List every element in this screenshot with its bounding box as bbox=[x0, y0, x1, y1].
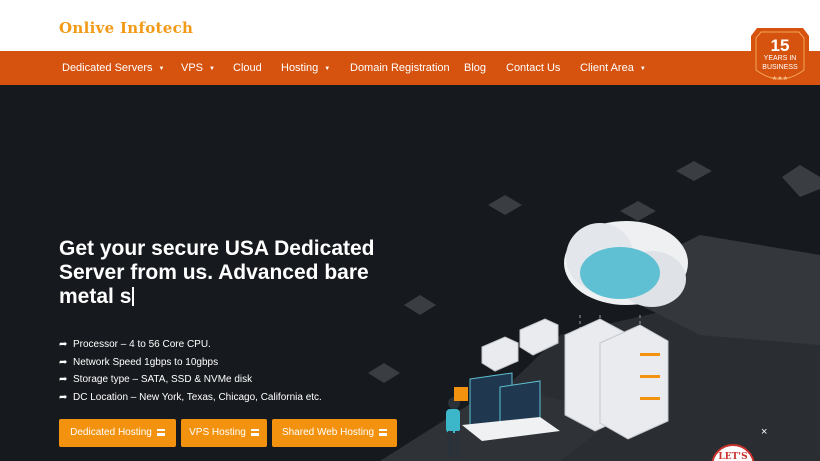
caret-down-icon: ▼ bbox=[639, 66, 646, 72]
feature-text: Processor – 4 to 56 Core CPU. bbox=[73, 339, 211, 350]
caret-down-icon: ▼ bbox=[324, 66, 331, 72]
button-label: Dedicated Hosting bbox=[70, 427, 152, 438]
nav-item-client-area[interactable]: Client Area ▼ bbox=[580, 51, 646, 85]
dedicated-hosting-button[interactable]: Dedicated Hosting bbox=[59, 419, 176, 447]
nav-label: Client Area bbox=[580, 62, 634, 74]
nav-item-dedicated-servers[interactable]: Dedicated Servers ▼ bbox=[62, 51, 164, 85]
feature-text: DC Location – New York, Texas, Chicago, … bbox=[73, 391, 322, 403]
feature-item: ➦ Network Speed 1gbps to 10gbps bbox=[59, 354, 322, 372]
main-navigation: Dedicated Servers ▼ VPS ▼ Cloud Hosting ▼ D… bbox=[0, 51, 820, 85]
nav-item-vps[interactable]: VPS ▼ bbox=[181, 51, 215, 85]
nav-label: Blog bbox=[464, 62, 487, 74]
badge-number: 15 bbox=[770, 36, 790, 55]
badge-stars: ★★★ bbox=[771, 76, 789, 82]
button-label: VPS Hosting bbox=[189, 427, 246, 438]
typing-cursor bbox=[132, 287, 135, 306]
shared-web-hosting-button[interactable]: Shared Web Hosting bbox=[272, 419, 397, 447]
share-arrow-icon: ➦ bbox=[59, 356, 68, 368]
nav-item-cloud[interactable]: Cloud bbox=[233, 51, 262, 85]
caret-down-icon: ▼ bbox=[158, 66, 165, 72]
nav-item-contact-us[interactable]: Contact Us bbox=[506, 51, 560, 85]
share-arrow-icon: ➦ bbox=[59, 339, 68, 350]
feature-item: ➦ DC Location – New York, Texas, Chicago,… bbox=[59, 389, 322, 407]
feature-item: ➦ Processor – 4 to 56 Core CPU. bbox=[59, 336, 322, 354]
brand-logo[interactable]: Onlive Infotech bbox=[59, 19, 193, 37]
feature-list: ➦ Processor – 4 to 56 Core CPU. ➦ Network … bbox=[59, 336, 322, 406]
nav-label: VPS bbox=[181, 62, 204, 74]
button-label: Shared Web Hosting bbox=[281, 427, 375, 438]
headline-text: Get your secure USA Dedicated Server fro… bbox=[59, 237, 375, 308]
nav-item-domain-registration[interactable]: Domain Registration bbox=[350, 51, 450, 85]
menu-icon bbox=[156, 429, 165, 436]
feature-item: ➦ Storage type – SATA, SSD & NVMe disk bbox=[59, 371, 322, 389]
years-in-business-badge: 15 YEARS IN BUSINESS ★★★ bbox=[751, 28, 809, 88]
hero-headline: Get your secure USA Dedicated Server fro… bbox=[59, 237, 419, 309]
chat-widget-label: LET'S bbox=[718, 452, 748, 461]
badge-line-1: YEARS IN bbox=[763, 55, 797, 62]
badge-line-2: BUSINESS bbox=[762, 64, 798, 71]
close-icon[interactable]: × bbox=[761, 426, 767, 438]
hero-section: Get your secure USA Dedicated Server fro… bbox=[0, 85, 820, 461]
nav-item-hosting[interactable]: Hosting ▼ bbox=[281, 51, 330, 85]
nav-item-blog[interactable]: Blog bbox=[464, 51, 486, 85]
nav-label: Domain Registration bbox=[350, 62, 450, 74]
caret-down-icon: ▼ bbox=[209, 66, 215, 72]
share-arrow-icon: ➦ bbox=[59, 374, 68, 385]
feature-text: Network Speed 1gbps to 10gbps bbox=[73, 356, 219, 368]
menu-icon bbox=[379, 429, 388, 436]
feature-text: Storage type – SATA, SSD & NVMe disk bbox=[73, 374, 253, 385]
top-header: Onlive Infotech bbox=[0, 0, 820, 51]
nav-label: Contact Us bbox=[506, 62, 561, 74]
nav-label: Cloud bbox=[233, 62, 262, 74]
vps-hosting-button[interactable]: VPS Hosting bbox=[181, 419, 267, 447]
menu-icon bbox=[250, 429, 259, 436]
share-arrow-icon: ➦ bbox=[59, 391, 68, 403]
nav-label: Hosting bbox=[281, 62, 319, 74]
nav-label: Dedicated Servers bbox=[62, 62, 153, 74]
